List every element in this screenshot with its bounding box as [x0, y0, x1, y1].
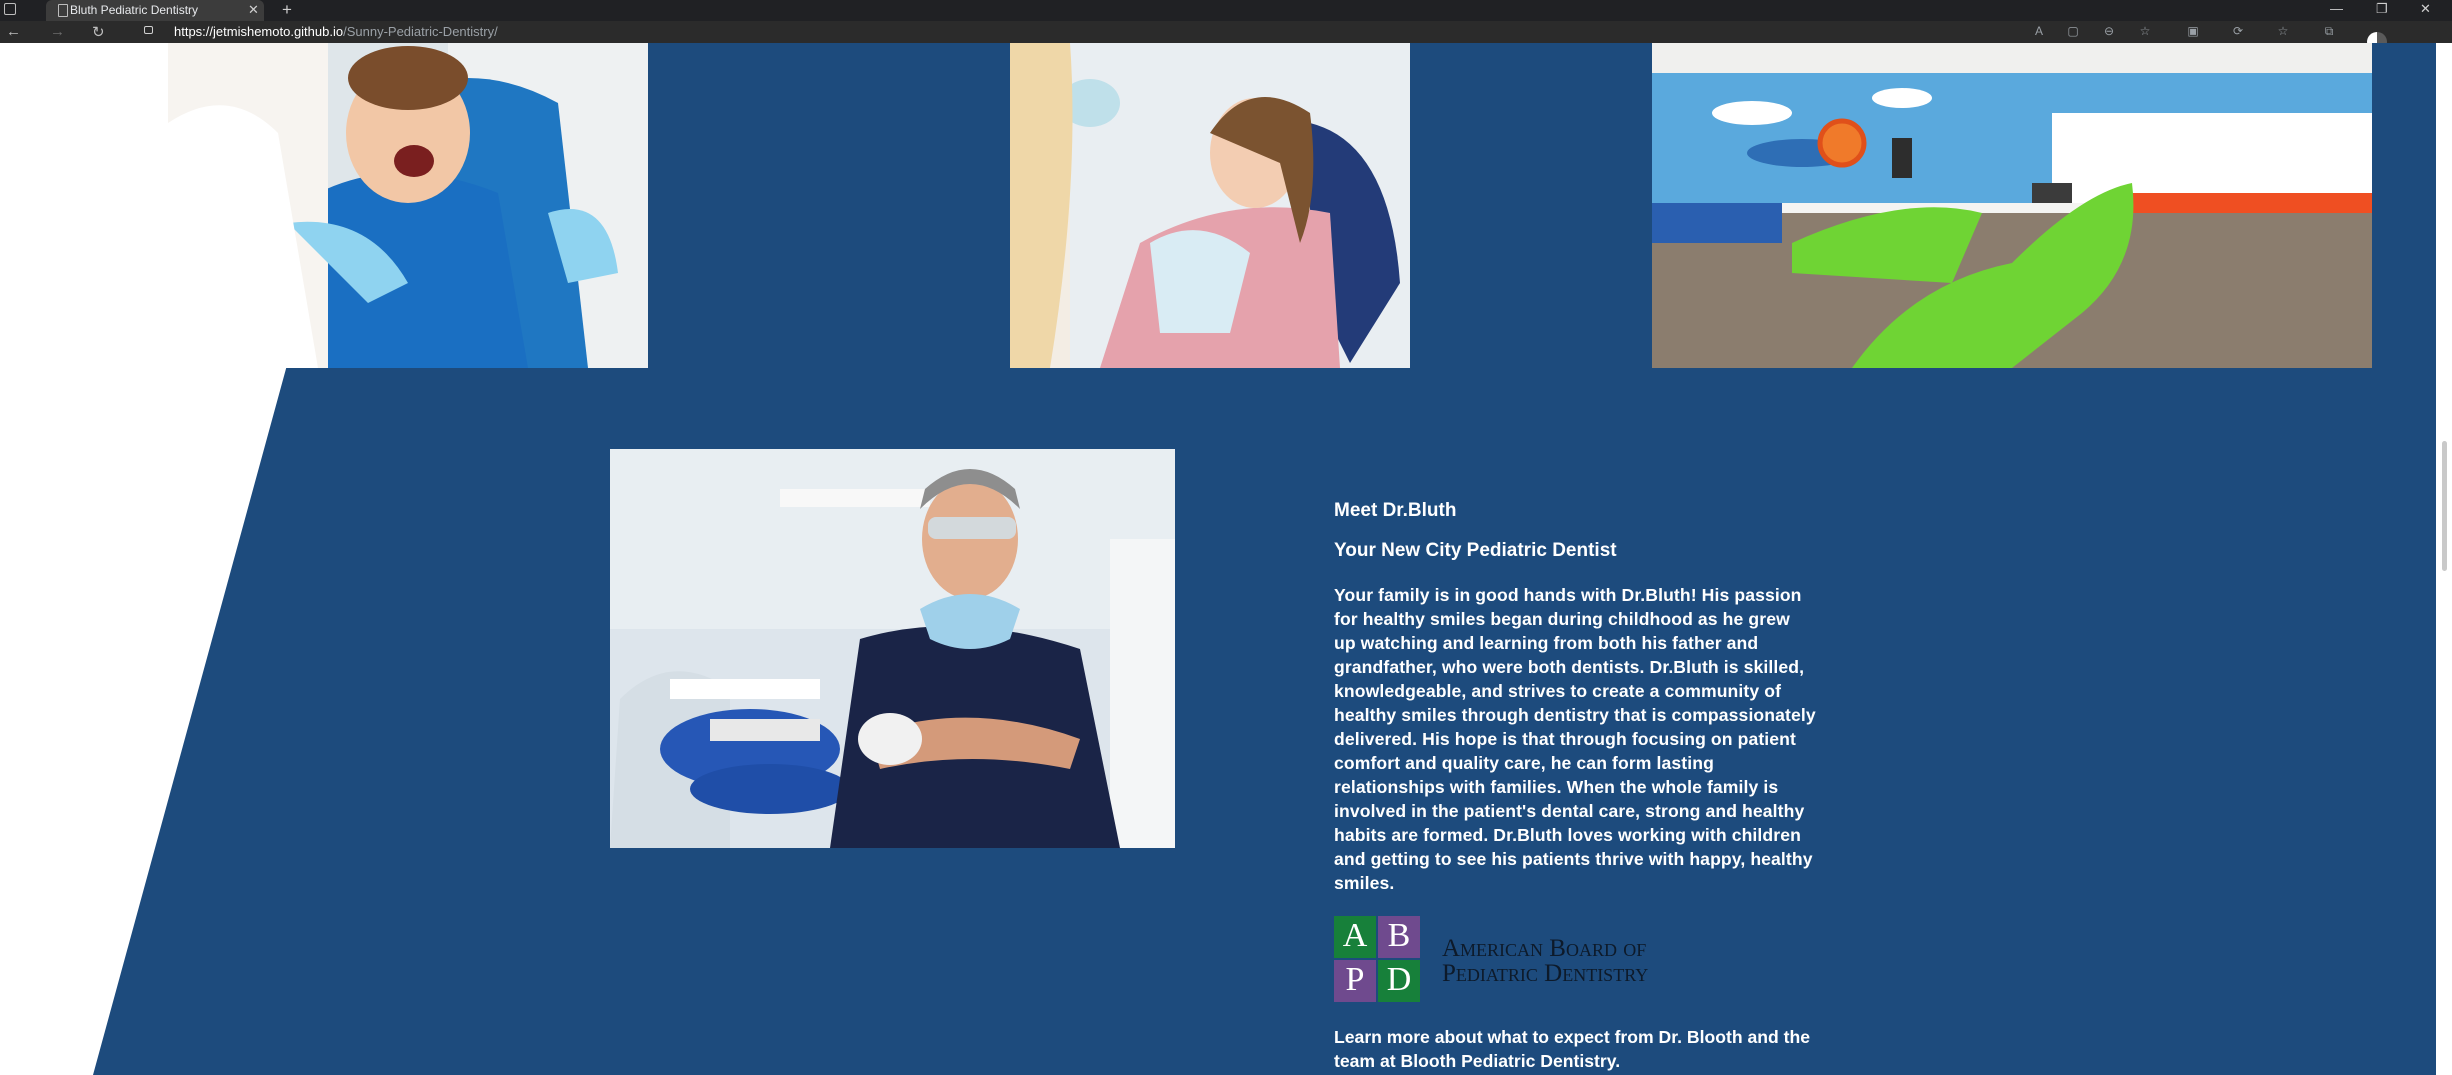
page-viewport: Meet Dr.Bluth Your New City Pediatric De… [0, 43, 2436, 1075]
close-tab-icon[interactable]: ✕ [248, 2, 259, 18]
minimize-icon[interactable]: — [2330, 1, 2343, 16]
doctor-subheading: Your New City Pediatric Dentist [1334, 540, 1617, 561]
page-favicon-icon [58, 4, 68, 17]
zoom-icon[interactable]: ⊖ [2102, 24, 2116, 38]
abpd-letter-b: B [1387, 917, 1411, 954]
favorites-icon[interactable]: ☆ [2276, 24, 2290, 38]
restore-icon[interactable]: ❐ [2376, 1, 2388, 17]
url-host: https://jetmishemoto.github.io [174, 24, 344, 39]
lock-icon [144, 26, 153, 34]
abpd-tile-d: D [1378, 960, 1420, 1002]
abpd-letter-d: D [1386, 961, 1412, 998]
url-text[interactable]: https://jetmishemoto.github.io/Sunny-Ped… [174, 24, 498, 39]
doctor-bio: Your family is in good hands with Dr.Blu… [1334, 585, 1816, 893]
scrollbar-thumb[interactable] [2442, 441, 2447, 571]
refresh-icon[interactable]: ↻ [92, 23, 105, 41]
gallery-photo-clinic [1652, 43, 2372, 368]
clinic-room-image [1652, 43, 2372, 368]
reader-view-icon[interactable]: ▢ [2066, 24, 2080, 38]
read-aloud-icon[interactable]: A [2032, 24, 2046, 38]
abpd-letter-a: A [1342, 917, 1368, 954]
forward-icon[interactable]: → [50, 23, 65, 40]
boy-patient-image [168, 43, 648, 368]
sync-icon[interactable]: ⟳ [2231, 24, 2245, 38]
close-window-icon[interactable]: ✕ [2420, 1, 2431, 17]
abpd-tile-a: A [1334, 916, 1376, 958]
abpd-logo: A B P D American Board of Pediatric Dent… [1334, 916, 1744, 1006]
girl-patient-image [1010, 43, 1410, 368]
abpd-tile-p: P [1334, 960, 1376, 1002]
abpd-line1: American Board of [1442, 935, 1647, 962]
back-icon[interactable]: ← [6, 23, 21, 40]
gallery-photo-boy [168, 43, 648, 368]
page-scrollbar[interactable] [2436, 43, 2452, 1075]
browser-tab-bar: Bluth Pediatric Dentistry ✕ + — ❐ ✕ [0, 0, 2452, 21]
doctor-heading: Meet Dr.Bluth [1334, 500, 1457, 521]
url-path: /Sunny-Pediatric-Dentistry/ [343, 24, 498, 39]
abpd-tile-b: B [1378, 916, 1420, 958]
favorite-star-icon[interactable]: ☆ [2138, 24, 2152, 38]
doctor-photo [610, 449, 1175, 848]
gallery-photo-girl [1010, 43, 1410, 368]
smiling-dentist-image [610, 449, 1175, 848]
url-field[interactable]: https://jetmishemoto.github.io/Sunny-Ped… [130, 22, 2140, 42]
collections-icon[interactable]: ⧉ [2322, 24, 2336, 38]
browser-tab[interactable]: Bluth Pediatric Dentistry ✕ [46, 0, 264, 21]
address-bar: ← → ↻ https://jetmishemoto.github.io/Sun… [0, 21, 2452, 43]
new-tab-icon[interactable]: + [282, 0, 292, 20]
tab-actions-icon[interactable] [4, 3, 16, 15]
abpd-line2: Pediatric Dentistry [1442, 960, 1649, 987]
abpd-letter-p: P [1345, 961, 1365, 998]
learn-more-text: Learn more about what to expect from Dr.… [1334, 1027, 1811, 1071]
extension-icon[interactable]: ▣ [2186, 24, 2200, 38]
tab-title: Bluth Pediatric Dentistry [70, 3, 199, 17]
